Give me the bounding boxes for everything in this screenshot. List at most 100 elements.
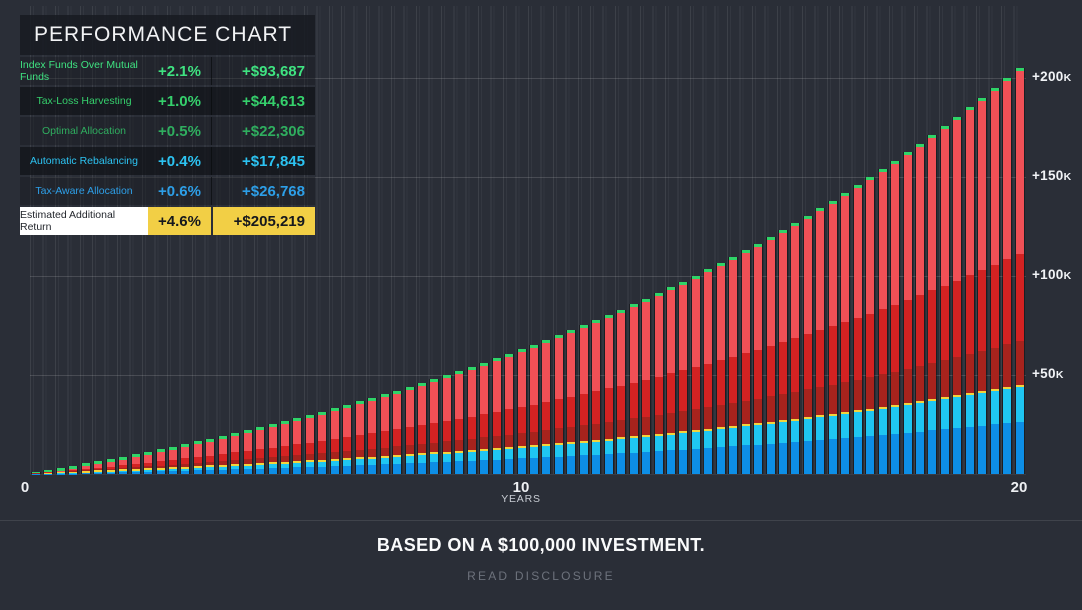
seg-tax-loss-harvesting [630, 383, 638, 419]
seg-automatic-rebalancing [953, 397, 961, 428]
x-tick-0: 0 [21, 479, 29, 496]
bar-q35 [454, 371, 464, 474]
bar-q52 [666, 287, 676, 474]
seg-optimal-allocation [393, 446, 401, 455]
bar-q25 [330, 408, 340, 474]
x-axis-title: YEARS [501, 493, 541, 505]
seg-automatic-rebalancing [804, 419, 812, 441]
seg-index-funds [742, 253, 750, 353]
seg-index-funds [704, 272, 712, 363]
seg-index-funds [542, 343, 550, 402]
seg-tax-loss-harvesting [206, 456, 214, 463]
seg-tax-aware-allocation [555, 457, 563, 474]
seg-tax-loss-harvesting [393, 429, 401, 446]
seg-tax-loss-harvesting [754, 350, 762, 399]
seg-tax-loss-harvesting [953, 281, 961, 358]
seg-tax-loss-harvesting [841, 322, 849, 382]
seg-index-funds [829, 204, 837, 326]
seg-index-funds [679, 285, 687, 371]
seg-tax-aware-allocation [804, 441, 812, 474]
seg-tax-loss-harvesting [941, 286, 949, 361]
seg-index-funds [605, 318, 613, 388]
seg-tax-aware-allocation [655, 451, 663, 474]
bar-q41 [529, 345, 539, 474]
bar-q10 [143, 452, 153, 474]
seg-index-funds [729, 260, 737, 357]
seg-optimal-allocation [791, 392, 799, 419]
seg-index-funds [480, 366, 488, 415]
legend-row-tax-aware-allocation[interactable]: Tax-Aware Allocation+0.6%+$26,768 [20, 177, 315, 205]
seg-tax-loss-harvesting [1016, 254, 1024, 341]
bar-q53 [678, 282, 688, 474]
seg-index-funds [1016, 71, 1024, 254]
seg-automatic-rebalancing [505, 449, 513, 459]
seg-automatic-rebalancing [729, 428, 737, 446]
seg-index-funds [1003, 81, 1011, 260]
seg-automatic-rebalancing [418, 455, 426, 462]
seg-optimal-allocation [966, 354, 974, 393]
legend-row-tax-loss-harvesting[interactable]: Tax-Loss Harvesting+1.0%+$44,613 [20, 87, 315, 115]
seg-index-funds [343, 408, 351, 437]
seg-tax-loss-harvesting [567, 397, 575, 427]
seg-tax-aware-allocation [443, 462, 451, 474]
seg-tax-loss-harvesting [443, 421, 451, 441]
legend-percent: +0.4% [148, 147, 211, 175]
read-disclosure-link[interactable]: READ DISCLOSURE [0, 569, 1082, 583]
bar-q13 [180, 444, 190, 474]
seg-tax-loss-harvesting [231, 452, 239, 460]
seg-optimal-allocation [655, 415, 663, 434]
seg-tax-loss-harvesting [555, 399, 563, 428]
seg-automatic-rebalancing [779, 422, 787, 443]
seg-automatic-rebalancing [692, 432, 700, 449]
seg-optimal-allocation [605, 422, 613, 439]
legend-row-estimated-additional-return[interactable]: Estimated Additional Return+4.6%+$205,21… [20, 207, 315, 235]
seg-tax-aware-allocation [468, 461, 476, 474]
seg-tax-aware-allocation [181, 471, 189, 474]
bar-q32 [417, 383, 427, 474]
seg-tax-aware-allocation [841, 438, 849, 474]
seg-automatic-rebalancing [717, 429, 725, 447]
seg-optimal-allocation [331, 452, 339, 459]
seg-tax-aware-allocation [293, 467, 301, 474]
bar-q7 [106, 459, 116, 474]
seg-automatic-rebalancing [605, 441, 613, 454]
seg-tax-aware-allocation [642, 452, 650, 474]
seg-tax-aware-allocation [480, 460, 488, 474]
seg-automatic-rebalancing [742, 426, 750, 445]
seg-automatic-rebalancing [567, 444, 575, 456]
seg-tax-aware-allocation [493, 460, 501, 474]
legend-row-automatic-rebalancing[interactable]: Automatic Rebalancing+0.4%+$17,845 [20, 147, 315, 175]
seg-tax-aware-allocation [269, 468, 277, 474]
seg-optimal-allocation [368, 449, 376, 457]
seg-index-funds [356, 404, 364, 435]
seg-automatic-rebalancing [493, 450, 501, 460]
seg-tax-aware-allocation [916, 432, 924, 474]
legend-percent: +2.1% [148, 57, 211, 85]
seg-tax-loss-harvesting [679, 370, 687, 411]
seg-automatic-rebalancing [580, 443, 588, 455]
seg-index-funds [754, 247, 762, 350]
bar-q77 [977, 98, 987, 474]
seg-tax-loss-harvesting [331, 439, 339, 452]
seg-optimal-allocation [1016, 341, 1024, 385]
bar-q59 [753, 244, 763, 474]
seg-tax-loss-harvesting [779, 342, 787, 394]
seg-optimal-allocation [816, 387, 824, 415]
legend-row-index-funds-over-mutual-funds[interactable]: Index Funds Over Mutual Funds+2.1%+$93,6… [20, 57, 315, 85]
bar-q62 [790, 223, 800, 474]
seg-index-funds [667, 290, 675, 373]
seg-optimal-allocation [941, 360, 949, 397]
seg-automatic-rebalancing [866, 411, 874, 436]
seg-index-funds [219, 439, 227, 454]
seg-index-funds [393, 394, 401, 430]
bar-q49 [629, 304, 639, 474]
bar-q67 [853, 185, 863, 474]
seg-tax-aware-allocation [505, 459, 513, 474]
seg-tax-aware-allocation [667, 450, 675, 474]
legend-label: Automatic Rebalancing [20, 147, 148, 175]
bar-q76 [965, 107, 975, 474]
legend-row-optimal-allocation[interactable]: Optimal Allocation+0.5%+$22,306 [20, 117, 315, 145]
bar-q6 [93, 461, 103, 474]
seg-optimal-allocation [455, 440, 463, 451]
seg-index-funds [978, 101, 986, 271]
